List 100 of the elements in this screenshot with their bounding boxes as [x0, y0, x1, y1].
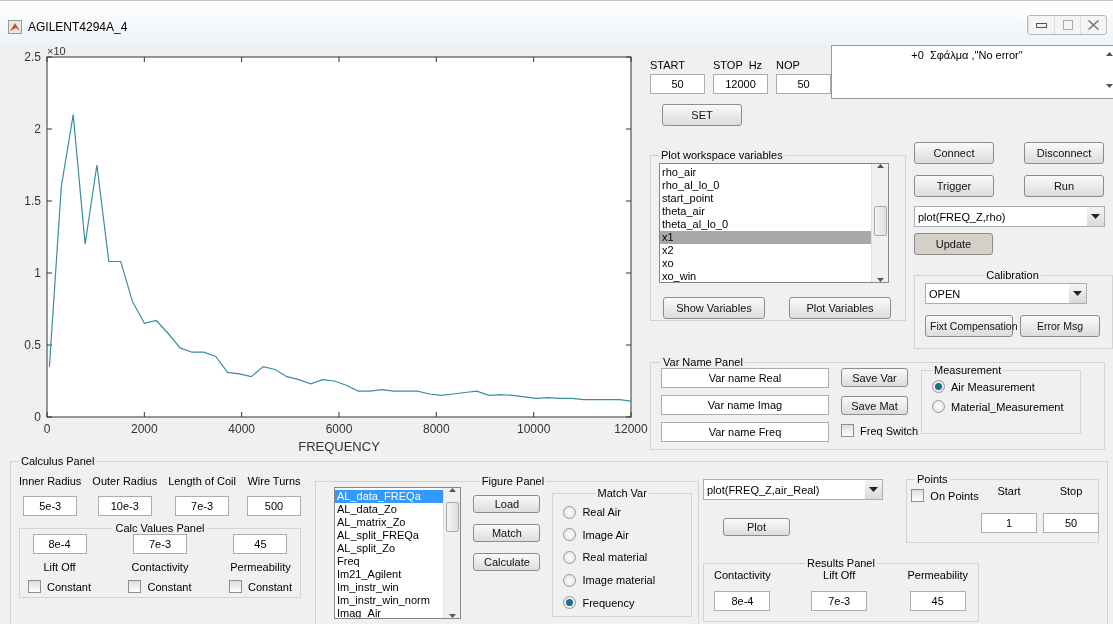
field-label: Contactivity: [714, 569, 771, 581]
plot-dropdown[interactable]: plot(FREQ_Z,rho): [914, 206, 1105, 227]
input-field[interactable]: 1: [981, 512, 1037, 533]
caret-icon: [1091, 214, 1100, 219]
list-item[interactable]: Im21_Agilent: [335, 568, 444, 581]
radio-button[interactable]: [563, 596, 577, 610]
instrument-button[interactable]: Connect: [914, 142, 994, 164]
checkbox[interactable]: [228, 580, 242, 593]
radio-label: Material_Measurement: [951, 400, 1064, 413]
list-item[interactable]: Freq: [335, 555, 444, 568]
list-item[interactable]: rho_air: [660, 166, 871, 179]
set-button[interactable]: SET: [662, 104, 742, 126]
input-field[interactable]: Var name Real: [661, 368, 829, 388]
radio-button[interactable]: [563, 551, 577, 564]
y-tick-label: 1.5: [24, 194, 41, 208]
x-tick-label: 12000: [614, 422, 648, 436]
checkbox[interactable]: [841, 424, 854, 437]
input-field[interactable]: 500: [247, 496, 301, 516]
radio-button[interactable]: [932, 380, 945, 393]
list-item[interactable]: x1: [660, 231, 871, 244]
x-tick-label: 8000: [423, 422, 450, 436]
y-tick-label: 0.5: [24, 338, 41, 352]
field-label: Contactivity: [131, 561, 189, 573]
input-field[interactable]: 50: [1043, 512, 1099, 533]
panel-button[interactable]: Plot Variables: [789, 297, 891, 319]
radio-button[interactable]: [563, 573, 577, 587]
list-item[interactable]: rho_al_lo_0: [660, 179, 871, 192]
list-item[interactable]: AL_split_Zo: [335, 542, 444, 555]
input-field[interactable]: Var name Imag: [661, 395, 829, 415]
instrument-button[interactable]: Run: [1024, 175, 1104, 197]
scroll-down-icon: [448, 614, 456, 618]
minimize-icon: [1036, 22, 1047, 28]
list-item[interactable]: Im_instr_win_norm: [335, 594, 444, 607]
variable-list[interactable]: rho_air rho_al_lo_0 start_point theta_air theta_al_lo_0 x1 x2 xo xo_win: [659, 163, 889, 283]
panel-button[interactable]: Show Variables: [663, 297, 765, 319]
scroll-up-icon: [876, 164, 884, 168]
instrument-button[interactable]: Trigger: [914, 175, 994, 197]
panel-title: Results Panel: [806, 557, 876, 569]
list-item[interactable]: theta_al_lo_0: [660, 218, 871, 231]
plot-dropdown[interactable]: plot(FREQ_Z,air_Real): [703, 479, 883, 500]
y-tick-label: 2.5: [24, 50, 41, 64]
checkbox-label: Constant: [247, 580, 292, 593]
checkbox[interactable]: [28, 580, 41, 593]
calibration-dropdown[interactable]: OPEN: [925, 283, 1087, 304]
y-tick-label: 2: [34, 122, 41, 136]
checkbox-label: Constant: [147, 580, 192, 593]
update-button[interactable]: Update: [914, 233, 993, 255]
caret-icon: [869, 487, 878, 492]
panel-title: Calculus Panel: [20, 455, 96, 467]
list-item[interactable]: AL_split_FREQa: [335, 529, 444, 542]
list-item[interactable]: xo_win: [660, 270, 871, 282]
caret-icon: [1073, 291, 1082, 296]
list-item[interactable]: x2: [660, 244, 871, 257]
list-item[interactable]: Im_instr_win: [335, 581, 444, 594]
input-field[interactable]: 8e-4: [714, 591, 771, 611]
scroll-down-icon: [876, 278, 884, 282]
panel-button[interactable]: Load: [473, 495, 541, 513]
radio-button[interactable]: [563, 528, 577, 542]
x-tick-label: 0: [43, 422, 51, 436]
checkbox[interactable]: [128, 580, 142, 593]
list-item[interactable]: theta_air: [660, 205, 871, 218]
list-item[interactable]: xo: [660, 257, 871, 270]
input-field[interactable]: 7e-3: [133, 534, 187, 554]
checkbox-label: Constant: [47, 580, 92, 593]
input-field[interactable]: Var name Freq: [661, 422, 829, 442]
plot-button[interactable]: Plot: [723, 518, 790, 536]
input-field[interactable]: 45: [909, 591, 966, 611]
panel-title: Calibration: [985, 269, 1040, 281]
list-item[interactable]: AL_matrix_Zo: [335, 516, 444, 529]
radio-label: Image material: [582, 574, 656, 587]
input-field[interactable]: 7e-3: [811, 591, 868, 611]
input-field[interactable]: 50: [650, 74, 705, 94]
panel-title: Match Var: [596, 487, 648, 499]
save-button[interactable]: Save Var: [841, 368, 908, 387]
panel-button[interactable]: Calculate: [473, 553, 541, 571]
calibration-button[interactable]: Error Msg: [1020, 315, 1100, 337]
checkbox[interactable]: [911, 489, 925, 502]
select-value: plot(FREQ_Z,rho): [918, 210, 1006, 223]
input-field[interactable]: 8e-4: [32, 534, 87, 554]
radio-label: Real Air: [582, 506, 621, 519]
scroll-thumb[interactable]: [445, 502, 459, 532]
input-field[interactable]: 7e-3: [175, 496, 230, 516]
input-field[interactable]: 50: [776, 74, 831, 94]
panel-title: Calc Values Panel: [114, 522, 206, 534]
panel-button[interactable]: Match: [473, 524, 541, 542]
field-label: Length of Coil: [168, 475, 236, 487]
radio-button[interactable]: [932, 400, 945, 413]
radio-button[interactable]: [563, 505, 577, 519]
scroll-thumb[interactable]: [873, 206, 887, 236]
instrument-button[interactable]: Disconnect: [1024, 142, 1104, 164]
input-field[interactable]: 5e-3: [23, 496, 78, 516]
list-item[interactable]: AL_data_Zo: [335, 503, 444, 516]
input-field[interactable]: 12000: [713, 74, 768, 94]
input-field[interactable]: 10e-3: [97, 496, 152, 516]
radio-label: Real material: [582, 551, 648, 564]
field-label: STOP Hz: [713, 59, 764, 71]
input-field[interactable]: 45: [233, 534, 288, 554]
save-button[interactable]: Save Mat: [841, 396, 908, 415]
list-item[interactable]: start_point: [660, 192, 871, 205]
panel-title: Var Name Panel: [662, 356, 744, 368]
